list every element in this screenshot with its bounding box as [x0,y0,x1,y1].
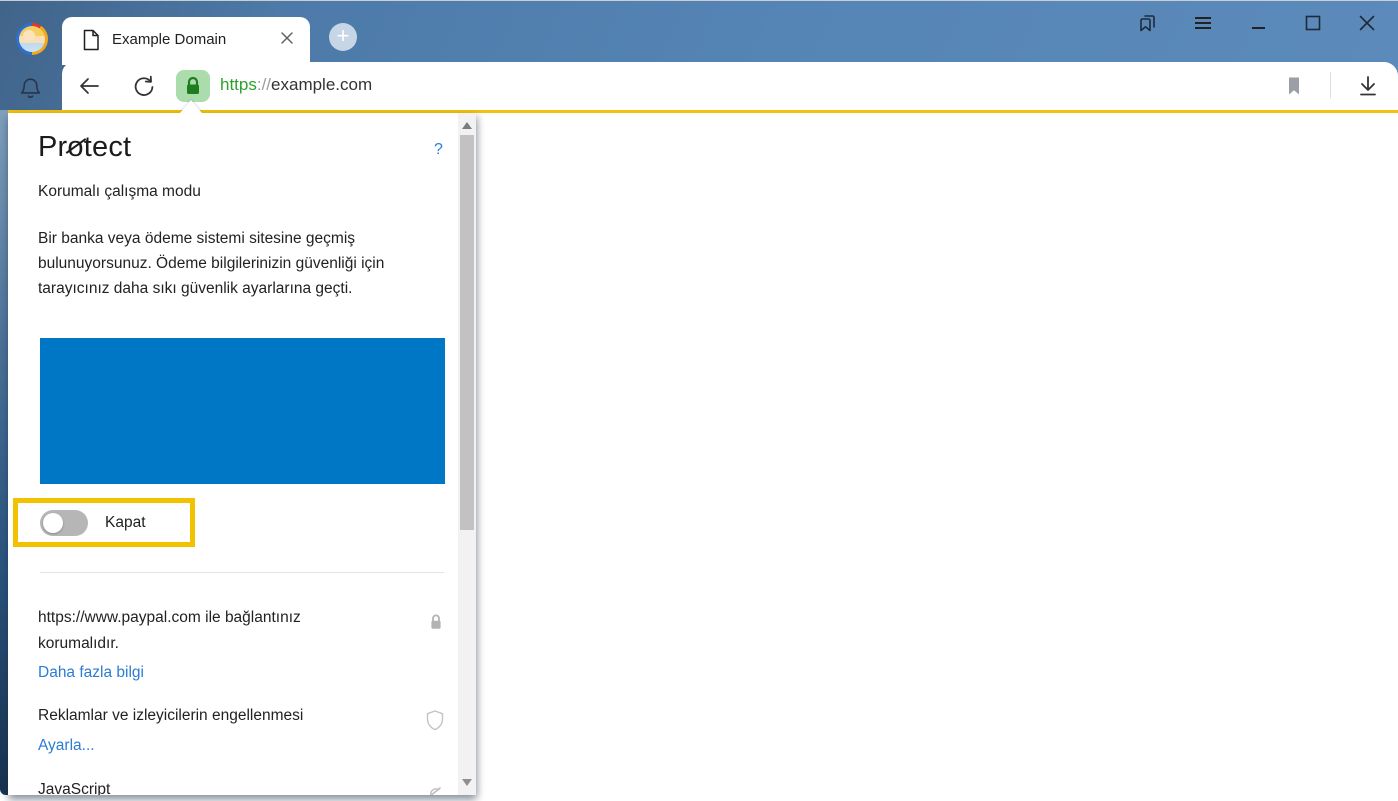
profile-avatar[interactable] [16,23,48,55]
avatar-face [23,30,35,41]
tab-close-icon[interactable] [280,31,294,50]
https-lock-badge[interactable] [176,70,210,102]
connection-status-text: https://www.paypal.com ile bağlantınız k… [38,605,376,657]
panel-subtitle: Korumalı çalışma modu [38,183,201,201]
protect-toggle-switch[interactable] [40,510,88,536]
protect-panel: Protect ? Korumalı çalışma modu Bir bank… [8,113,476,795]
url-scheme: https [220,75,257,94]
protect-illustration [40,338,445,484]
lock-icon [183,75,203,97]
tab-title: Example Domain [112,31,226,48]
address-url[interactable]: https://example.com [220,75,372,95]
javascript-blocked-icon [426,784,444,795]
panel-title-post: tect [84,131,132,163]
toggle-knob [43,513,63,533]
bookmark-flag-icon[interactable] [1282,74,1306,103]
protect-logo-o: o [67,131,83,164]
side-panels-icon[interactable] [1136,11,1160,35]
connection-lock-icon [428,613,444,637]
scroll-down-arrow-icon[interactable] [462,779,472,786]
toggle-label: Kapat [105,514,146,532]
tab-example-domain[interactable]: Example Domain [62,17,310,65]
notifications-bell-icon[interactable] [18,76,43,108]
toggle-highlight-box: Kapat [13,498,195,547]
left-side-strip [0,110,8,795]
page-document-icon [81,28,101,57]
panel-title: Protect [38,131,131,164]
url-host: example.com [271,75,372,94]
url-separator: :// [257,75,271,94]
javascript-row-label: JavaScript [38,781,110,795]
panel-scrollbar[interactable] [458,113,476,795]
shield-icon [425,709,445,737]
menu-icon[interactable] [1191,11,1215,35]
ads-configure-link[interactable]: Ayarla... [38,737,95,755]
panel-description: Bir banka veya ödeme sistemi sitesine ge… [38,226,442,301]
new-tab-button[interactable]: + [329,23,357,51]
help-link[interactable]: ? [434,141,443,159]
scrollbar-thumb[interactable] [460,135,474,530]
maximize-button[interactable] [1301,11,1325,35]
panel-title-pre: Pr [38,131,67,163]
minimize-button[interactable] [1246,11,1270,35]
more-info-link[interactable]: Daha fazla bilgi [38,664,144,682]
panel-anchor-notch [180,100,202,113]
browser-window: Example Domain + [0,0,1398,801]
close-window-button[interactable] [1355,11,1379,35]
scroll-up-arrow-icon[interactable] [462,122,472,129]
toolbar-divider [1330,72,1331,98]
ads-blocking-text: Reklamlar ve izleyicilerin engellenmesi [38,707,398,725]
back-arrow-icon[interactable] [76,74,102,103]
reload-icon[interactable] [131,74,157,105]
panel-divider [40,572,444,573]
download-icon[interactable] [1355,73,1381,104]
